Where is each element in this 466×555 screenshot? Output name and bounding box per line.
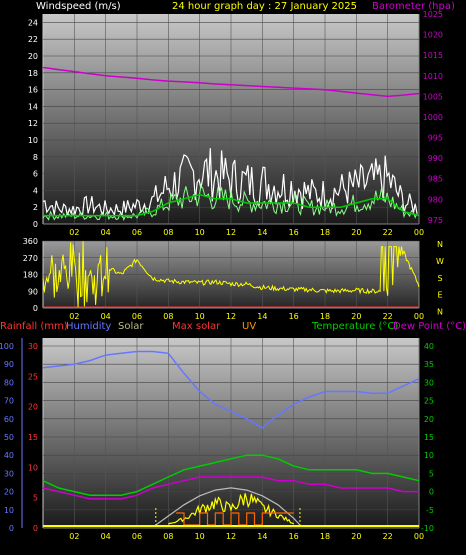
baro-y-tick-label: 995 — [428, 134, 443, 143]
x-tick-label: 12 — [226, 532, 236, 541]
rain-y-tick-label: 20 — [28, 403, 38, 412]
wind-y-tick-label: 12 — [28, 119, 38, 128]
humidity-y-tick-label: 50 — [4, 433, 14, 442]
x-tick-label: 20 — [351, 312, 361, 321]
wind-y-tick-label: 10 — [28, 136, 38, 145]
baro-y-tick-label: 990 — [428, 154, 443, 163]
baro-y-tick-label: 975 — [428, 216, 443, 225]
baro-y-tick-label: 1005 — [423, 92, 443, 101]
x-tick-label: 22 — [383, 228, 393, 237]
temp-y-tick-label: 40 — [424, 342, 434, 351]
wind-y-tick-label: 14 — [28, 102, 38, 111]
weather-charts: 0246810121416182022249759809859909951000… — [0, 10, 444, 541]
baro-y-tick-label: 985 — [428, 175, 443, 184]
temp-y-tick-label: 20 — [424, 415, 434, 424]
baro-y-tick-label: 980 — [428, 195, 443, 204]
x-tick-label: 14 — [257, 312, 267, 321]
x-tick-label: 20 — [351, 532, 361, 541]
baro-y-tick-label: 1015 — [423, 51, 443, 60]
wind-y-tick-label: 0 — [33, 220, 38, 229]
baro-y-tick-label: 1000 — [423, 113, 443, 122]
humidity-y-tick-label: 40 — [4, 451, 14, 460]
x-tick-label: 08 — [163, 228, 173, 237]
x-tick-label: 08 — [163, 532, 173, 541]
x-tick-label: 04 — [101, 532, 111, 541]
x-tick-label: 18 — [320, 228, 330, 237]
temp-y-tick-label: 35 — [424, 360, 434, 369]
humidity-y-tick-label: 90 — [4, 360, 14, 369]
x-tick-label: 16 — [289, 228, 299, 237]
humidity-y-tick-label: 70 — [4, 397, 14, 406]
x-tick-label: 08 — [163, 312, 173, 321]
wind-y-tick-label: 2 — [33, 203, 38, 212]
baro-y-tick-label: 1025 — [423, 10, 443, 19]
x-tick-label: 06 — [132, 228, 142, 237]
x-tick-label: 14 — [257, 228, 267, 237]
wind-y-tick-label: 24 — [28, 18, 38, 27]
temp-y-tick-label: 15 — [424, 433, 434, 442]
wind-y-tick-label: 8 — [33, 153, 38, 162]
x-tick-label: 06 — [132, 312, 142, 321]
x-tick-label: 16 — [289, 532, 299, 541]
x-tick-label: 18 — [320, 532, 330, 541]
compass-label: E — [437, 291, 442, 300]
humidity-y-tick-label: 30 — [4, 469, 14, 478]
x-tick-label: 12 — [226, 312, 236, 321]
temp-y-tick-label: 5 — [429, 469, 434, 478]
x-tick-label: 18 — [320, 312, 330, 321]
direction-y-tick-label: 180 — [23, 271, 38, 280]
direction-y-tick-label: 90 — [28, 287, 38, 296]
wind-y-tick-label: 6 — [33, 170, 38, 179]
wind-y-tick-label: 22 — [28, 35, 38, 44]
x-tick-label: 16 — [289, 312, 299, 321]
baro-y-tick-label: 1010 — [423, 72, 443, 81]
temp-y-tick-label: 10 — [424, 451, 434, 460]
temp-y-tick-label: -5 — [426, 506, 434, 515]
wind-y-tick-label: 4 — [33, 186, 38, 195]
compass-label: S — [437, 274, 442, 283]
rain-y-tick-label: 10 — [28, 463, 38, 472]
rain-y-tick-label: 15 — [28, 433, 38, 442]
x-tick-label: 04 — [101, 312, 111, 321]
x-tick-label: 00 — [414, 228, 424, 237]
x-tick-label: 20 — [351, 228, 361, 237]
humidity-y-tick-label: 80 — [4, 378, 14, 387]
humidity-y-tick-label: 20 — [4, 488, 14, 497]
compass-label: N — [437, 308, 443, 317]
x-tick-label: 00 — [414, 312, 424, 321]
baro-y-tick-label: 1020 — [423, 31, 443, 40]
wind-y-tick-label: 16 — [28, 86, 38, 95]
direction-y-tick-label: 0 — [33, 304, 38, 313]
x-tick-label: 02 — [69, 532, 79, 541]
rain-y-tick-label: 30 — [28, 342, 38, 351]
rain-y-tick-label: 5 — [33, 494, 38, 503]
temp-y-tick-label: 0 — [429, 488, 434, 497]
x-tick-label: 12 — [226, 228, 236, 237]
humidity-y-tick-label: 0 — [9, 524, 14, 533]
x-tick-label: 00 — [414, 532, 424, 541]
x-tick-label: 14 — [257, 532, 267, 541]
direction-y-tick-label: 270 — [23, 254, 38, 263]
temp-y-tick-label: 30 — [424, 378, 434, 387]
x-tick-label: 10 — [195, 228, 205, 237]
rain-y-tick-label: 0 — [33, 524, 38, 533]
x-tick-label: 22 — [383, 532, 393, 541]
humidity-y-tick-label: 10 — [4, 506, 14, 515]
rain-y-tick-label: 25 — [28, 372, 38, 381]
x-tick-label: 22 — [383, 312, 393, 321]
compass-label: W — [436, 257, 444, 266]
compass-label: N — [437, 240, 443, 249]
humidity-y-tick-label: 100 — [0, 342, 14, 351]
direction-y-tick-label: 360 — [23, 237, 38, 246]
x-tick-label: 06 — [132, 532, 142, 541]
wind-y-tick-label: 18 — [28, 69, 38, 78]
wind-y-tick-label: 20 — [28, 52, 38, 61]
x-tick-label: 10 — [195, 532, 205, 541]
x-tick-label: 02 — [69, 228, 79, 237]
temp-y-tick-label: 25 — [424, 397, 434, 406]
x-tick-label: 04 — [101, 228, 111, 237]
humidity-y-tick-label: 60 — [4, 415, 14, 424]
x-tick-label: 02 — [69, 312, 79, 321]
x-tick-label: 10 — [195, 312, 205, 321]
